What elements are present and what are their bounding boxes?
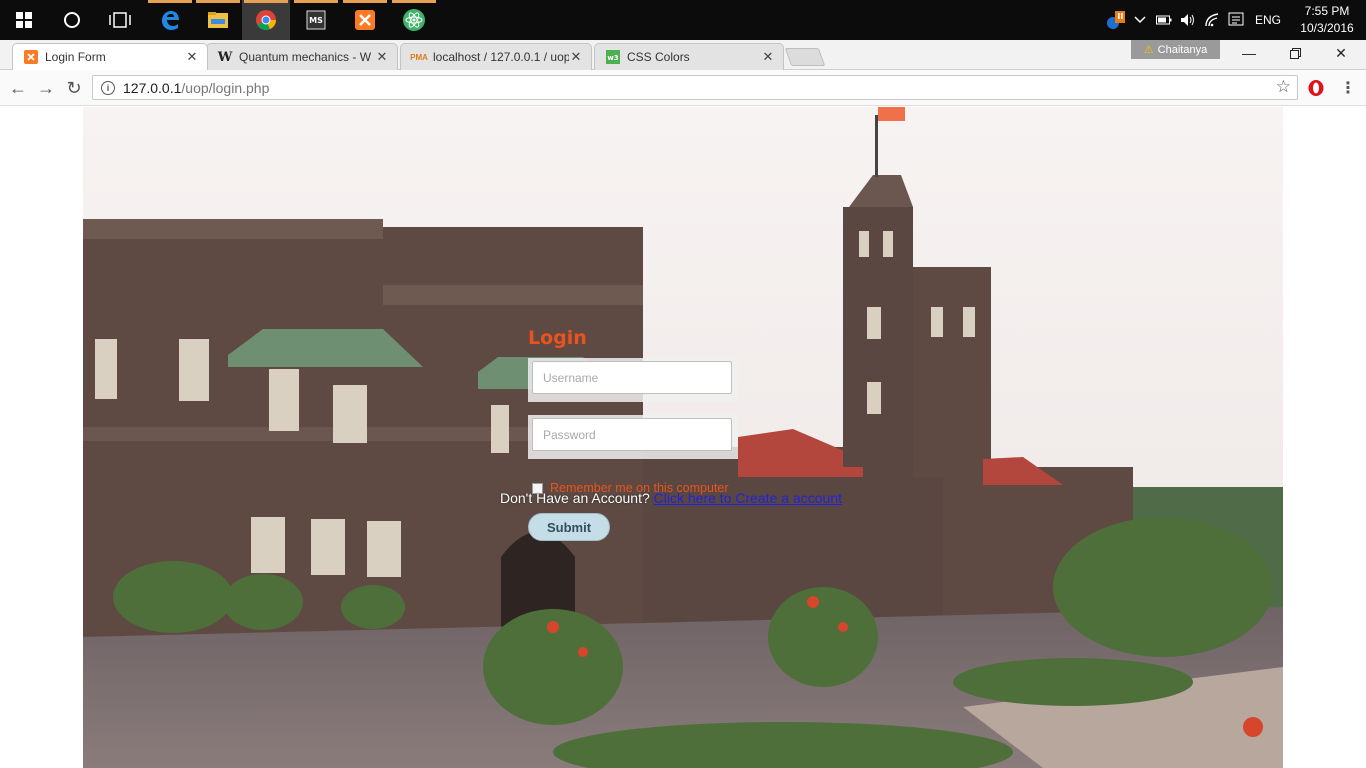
phpmyadmin-icon: PMA <box>410 52 428 62</box>
language-indicator[interactable]: ENG <box>1248 0 1288 40</box>
xampp-app[interactable] <box>341 0 389 40</box>
create-account-link[interactable]: Click here to Create a account <box>654 490 842 506</box>
alert-icon <box>1107 11 1125 29</box>
opera-icon <box>1308 80 1324 96</box>
speaker-icon <box>1181 14 1194 26</box>
chrome-app[interactable] <box>242 0 290 40</box>
task-view-button[interactable] <box>96 0 144 40</box>
url-host: 127.0.0.1 <box>123 79 182 96</box>
battery-button[interactable] <box>1152 0 1176 40</box>
reload-icon: ↻ <box>66 77 82 98</box>
tab-login-form[interactable]: Login Form ✕ <box>12 43 208 70</box>
xampp-icon <box>355 10 375 30</box>
url-path: /uop/login.php <box>181 79 270 96</box>
create-account-prompt: Don't Have an Account? Click here to Cre… <box>500 490 842 506</box>
close-window-button[interactable]: ✕ <box>1318 40 1364 66</box>
ms-icon: MS <box>306 10 326 30</box>
running-indicator <box>392 0 436 3</box>
account-prompt-text: Don't Have an Account? <box>500 490 654 506</box>
back-button[interactable]: ← <box>6 76 30 100</box>
running-indicator <box>343 0 387 3</box>
taskbar-clock[interactable]: 7:55 PM 10/3/2016 <box>1288 3 1366 37</box>
windows-icon <box>16 12 32 28</box>
atom-icon <box>403 9 425 31</box>
page-viewport: Login Remember me on this computer Submi… <box>0 107 1366 768</box>
password-input[interactable] <box>532 418 732 451</box>
language-label: ENG <box>1254 13 1281 27</box>
start-button[interactable] <box>0 0 48 40</box>
address-bar[interactable]: i 127.0.0.1/uop/login.php ☆ <box>92 75 1298 100</box>
tab-label: Login Form <box>45 50 106 64</box>
profile-name: Chaitanya <box>1157 43 1208 56</box>
kebab-menu-icon: ⋮ <box>1340 80 1356 97</box>
clock-time: 7:55 PM <box>1304 4 1350 18</box>
chevron-up-icon <box>1134 16 1146 24</box>
submit-button[interactable]: Submit <box>528 513 610 541</box>
tab-label: Quantum mechanics - W <box>239 50 372 64</box>
running-indicator <box>196 0 240 3</box>
tab-quantum-mechanics[interactable]: W Quantum mechanics - W ✕ <box>206 43 398 70</box>
cortana-button[interactable] <box>48 0 96 40</box>
notifications-icon <box>1228 12 1244 26</box>
reload-button[interactable]: ↻ <box>62 76 86 100</box>
update-tray-icon[interactable] <box>1104 0 1128 40</box>
warning-icon: ⚠ <box>1143 44 1154 56</box>
password-field-wrapper <box>528 415 738 459</box>
action-center-button[interactable] <box>1224 0 1248 40</box>
minimize-button[interactable]: — <box>1226 40 1272 66</box>
ms-app[interactable]: MS <box>292 0 340 40</box>
show-hidden-icons-button[interactable] <box>1128 0 1152 40</box>
battery-icon <box>1156 15 1172 25</box>
bookmark-star-icon[interactable]: ☆ <box>1276 77 1291 97</box>
chrome-icon <box>256 10 277 31</box>
minimize-icon: — <box>1242 45 1256 61</box>
wifi-button[interactable] <box>1200 0 1224 40</box>
xampp-icon <box>23 49 39 65</box>
w3schools-icon: w3 <box>605 49 621 65</box>
clock-date: 10/3/2016 <box>1300 21 1354 35</box>
close-tab-icon[interactable]: ✕ <box>761 49 775 65</box>
running-indicator <box>244 0 288 3</box>
folder-icon <box>208 12 228 28</box>
arrow-right-icon: → <box>37 77 55 98</box>
volume-button[interactable] <box>1176 0 1200 40</box>
tab-label: CSS Colors <box>627 50 690 64</box>
edge-icon <box>162 11 179 30</box>
arrow-left-icon: ← <box>9 77 27 98</box>
username-input[interactable] <box>532 361 732 394</box>
opera-extension-button[interactable] <box>1304 76 1328 100</box>
username-field-wrapper <box>528 358 738 402</box>
cortana-icon <box>64 12 80 28</box>
login-title: Login <box>528 327 587 349</box>
close-tab-icon[interactable]: ✕ <box>569 49 583 65</box>
info-icon[interactable]: i <box>101 80 115 95</box>
atom-app[interactable] <box>390 0 438 40</box>
browser-toolbar: ← → ↻ i 127.0.0.1/uop/login.php ☆ ⋮ <box>0 70 1366 106</box>
running-indicator <box>148 0 192 3</box>
restore-icon <box>1289 47 1301 59</box>
tab-css-colors[interactable]: w3 CSS Colors ✕ <box>594 43 784 70</box>
svg-text:MS: MS <box>309 16 323 25</box>
running-indicator <box>294 0 338 3</box>
windows-taskbar: MS ENG 7:55 PM 10/3/2016 <box>0 0 1366 40</box>
tab-phpmyadmin[interactable]: PMA localhost / 127.0.0.1 / uop ✕ <box>400 43 592 70</box>
tab-label: localhost / 127.0.0.1 / uop <box>433 50 569 64</box>
wikipedia-icon: W <box>217 49 233 65</box>
new-tab-button[interactable] <box>784 48 826 66</box>
svg-text:w3: w3 <box>607 54 618 62</box>
restore-button[interactable] <box>1272 40 1318 66</box>
file-explorer-app[interactable] <box>194 0 242 40</box>
close-tab-icon[interactable]: ✕ <box>185 49 199 65</box>
chrome-menu-button[interactable]: ⋮ <box>1336 76 1360 100</box>
system-tray: ENG 7:55 PM 10/3/2016 <box>1104 0 1366 40</box>
close-tab-icon[interactable]: ✕ <box>375 49 389 65</box>
profile-button[interactable]: ⚠ Chaitanya <box>1131 40 1220 59</box>
task-view-icon <box>109 12 131 28</box>
forward-button[interactable]: → <box>34 76 58 100</box>
wifi-icon <box>1205 13 1219 27</box>
close-icon: ✕ <box>1335 44 1347 61</box>
edge-app[interactable] <box>146 0 194 40</box>
